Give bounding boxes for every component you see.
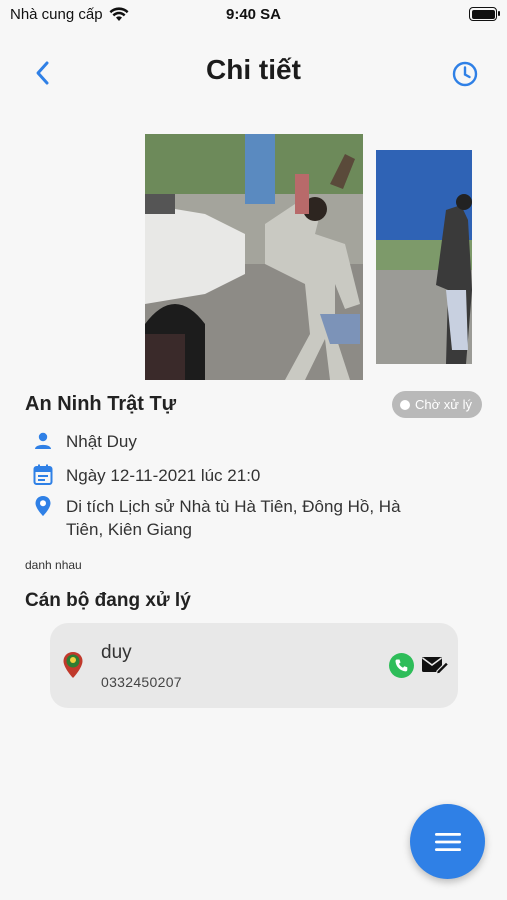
calendar-icon [32, 464, 54, 486]
message-button[interactable] [421, 654, 450, 676]
person-icon [32, 430, 54, 452]
status-badge: Chờ xử lý [392, 391, 482, 418]
reporter-row: Nhật Duy [32, 430, 137, 453]
header: Chi tiết [0, 50, 507, 96]
call-button[interactable] [389, 653, 414, 678]
status-time: 9:40 SA [225, 6, 282, 23]
battery-icon [469, 7, 500, 21]
officer-name: duy [101, 642, 132, 663]
status-dot-icon [400, 399, 411, 410]
incident-title: An Ninh Trật Tự [25, 393, 177, 415]
back-button[interactable] [30, 58, 58, 88]
phone-icon [395, 659, 408, 672]
incident-photo[interactable] [145, 134, 363, 380]
location-row: Di tích Lịch sử Nhà tù Hà Tiên, Đông Hồ,… [32, 495, 442, 541]
history-button[interactable] [451, 60, 479, 88]
reporter-name: Nhật Duy [66, 432, 137, 451]
page-title: Chi tiết [206, 54, 301, 85]
incident-photo[interactable] [376, 150, 472, 364]
clock-icon [452, 61, 478, 87]
chevron-left-icon [36, 61, 49, 85]
message-edit-icon [422, 657, 450, 675]
status-bar: Nhà cung cấp 9:40 SA [0, 0, 507, 30]
officers-section-title: Cán bộ đang xử lý [25, 590, 191, 611]
incident-gallery[interactable] [0, 134, 507, 380]
incident-datetime: Ngày 12-11-2021 lúc 21:0 [66, 466, 261, 485]
officer-phone: 0332450207 [101, 674, 182, 690]
date-row: Ngày 12-11-2021 lúc 21:0 [32, 464, 260, 487]
officer-card[interactable]: duy 0332450207 [50, 623, 458, 708]
location-pin-icon [32, 495, 54, 517]
incident-location: Di tích Lịch sử Nhà tù Hà Tiên, Đông Hồ,… [66, 497, 401, 539]
menu-icon [434, 832, 461, 851]
officer-avatar-icon [63, 652, 83, 678]
incident-description: danh nhau [25, 558, 82, 572]
menu-fab-button[interactable] [410, 804, 485, 879]
status-label: Chờ xử lý [415, 397, 472, 412]
